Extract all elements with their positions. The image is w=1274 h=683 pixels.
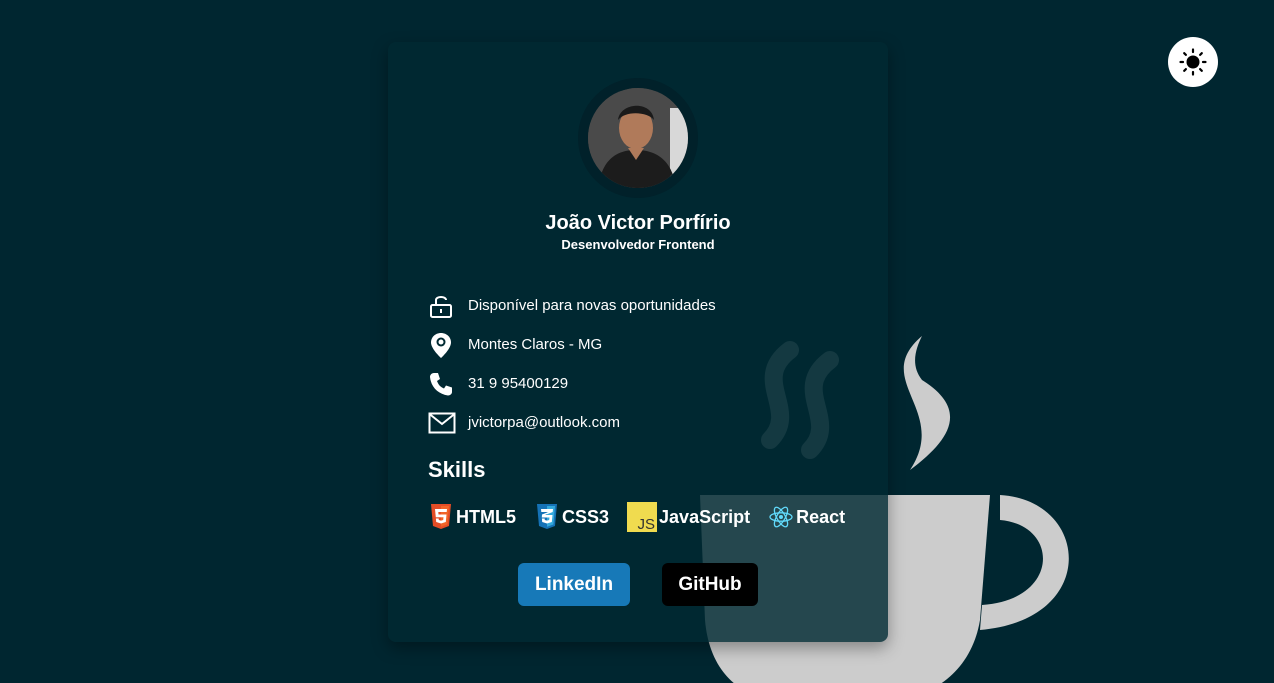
phone-icon (428, 370, 458, 398)
skill-label: React (796, 506, 846, 527)
skill-html5: HTML5 (428, 503, 516, 531)
skill-javascript: JS JavaScript (627, 502, 751, 532)
sun-icon (1179, 48, 1207, 76)
profile-name: João Victor Porfírio (545, 212, 731, 234)
skill-label: JavaScript (659, 506, 751, 527)
page: João Victor Porfírio Desenvolvedor Front… (0, 0, 1274, 683)
github-button[interactable]: GitHub (662, 563, 758, 606)
skill-label: HTML5 (456, 506, 516, 527)
theme-toggle-button[interactable] (1168, 37, 1218, 87)
skills-title: Skills (428, 457, 486, 482)
js-badge-text: JS (638, 516, 656, 532)
info-text: Montes Claros - MG (468, 336, 603, 353)
linkedin-button[interactable]: LinkedIn (518, 563, 630, 606)
info-list: Disponível para novas oportunidades Mont… (428, 286, 848, 442)
info-item-phone: 31 9 95400129 (428, 364, 848, 403)
info-text: 31 9 95400129 (468, 375, 569, 392)
avatar-photo (588, 88, 688, 188)
info-text: Disponível para novas oportunidades (468, 297, 716, 314)
react-icon (768, 503, 794, 531)
info-item-availability: Disponível para novas oportunidades (428, 286, 848, 325)
skill-react: React (768, 503, 845, 531)
info-item-location: Montes Claros - MG (428, 325, 848, 364)
avatar-ring (578, 78, 698, 198)
html5-icon (428, 503, 454, 531)
skill-label: CSS3 (562, 506, 610, 527)
info-text: jvictorpa@outlook.com (468, 414, 620, 431)
javascript-icon: JS (627, 502, 658, 532)
unlock-icon (428, 292, 458, 320)
mail-icon (428, 409, 458, 437)
avatar (588, 88, 688, 188)
skills-list: HTML5 CSS3 JS JavaScript React (428, 502, 868, 532)
location-pin-icon (428, 331, 458, 359)
css3-icon (534, 503, 560, 531)
skill-css3: CSS3 (534, 503, 609, 531)
info-item-email: jvictorpa@outlook.com (428, 403, 848, 442)
profile-role: Desenvolvedor Frontend (561, 237, 715, 252)
profile-card: João Victor Porfírio Desenvolvedor Front… (388, 42, 888, 642)
